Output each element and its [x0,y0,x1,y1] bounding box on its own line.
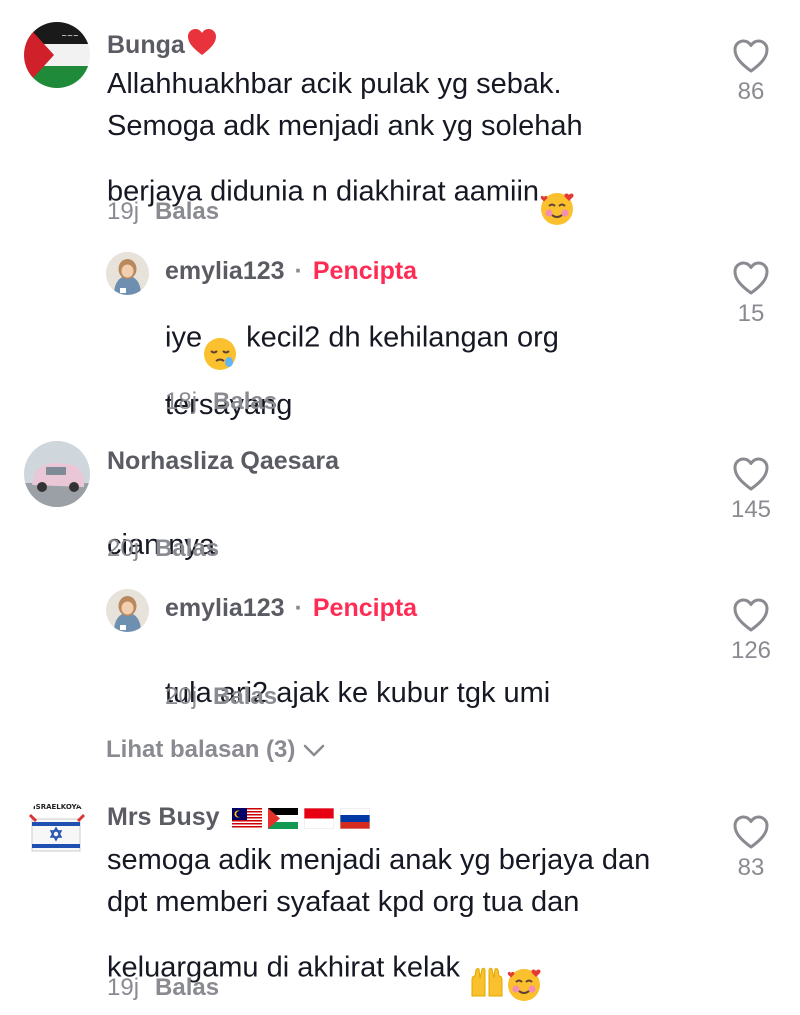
comment-time: 20j [165,683,198,710]
heart-outline-icon [733,39,769,73]
heart-emoji-icon [187,28,217,63]
comment-username[interactable]: emylia123 · Pencipta [165,257,417,286]
like-count: 86 [737,78,765,105]
username-text[interactable]: emylia123 [165,594,285,623]
comment-time: 19j [107,974,140,1001]
heart-outline-icon [733,261,769,295]
view-replies-label[interactable]: Lihat balasan (3) [106,736,295,764]
avatar[interactable] [106,589,149,632]
like-count: 145 [730,496,772,523]
comment-time: 18j [165,388,198,415]
creator-badge: Pencipta [312,257,418,285]
separator-dot: · [294,257,303,285]
chevron-down-icon [304,744,325,757]
avatar[interactable]: ~~~ [24,22,90,88]
comment-meta: 20j Balas [107,535,219,563]
like-button[interactable]: 86 [711,38,791,106]
username-text[interactable]: Mrs Busy [107,803,220,832]
comment-text-body: Allahhuakhbar acik pulak yg sebak. Semog… [107,68,583,208]
malaysia-flag-icon [231,807,262,829]
comment-meta: 18j Balas [165,388,277,416]
heart-outline-icon [733,815,769,849]
raised-hands-emoji-icon [468,924,506,1014]
like-button[interactable]: 126 [711,597,791,665]
comment-text-body: semoga adik menjadi anak yg berjaya dan … [107,844,651,984]
reply-button[interactable]: Balas [155,198,219,225]
sleepy-face-emoji-icon [202,294,238,384]
comment-text-part: iye [165,321,203,354]
username-text[interactable]: Bunga [107,31,185,60]
reply-button[interactable]: Balas [213,388,277,415]
svg-text:~~~: ~~~ [61,32,79,40]
avatar[interactable] [106,252,149,295]
avatar[interactable]: #ISRAELKOYAK [24,797,90,863]
creator-badge: Pencipta [312,594,418,622]
comment-meta: 19j Balas [107,198,219,226]
username-text[interactable]: Norhasliza Qaesara [107,447,339,476]
comment-time: 19j [107,198,140,225]
heart-outline-icon [733,598,769,632]
smiling-hearts-emoji-icon [506,923,544,1015]
view-replies-button[interactable]: Lihat balasan (3) [106,736,327,764]
reply-button[interactable]: Balas [213,683,277,710]
palestine-flag-icon [267,807,298,829]
like-count: 83 [737,854,765,881]
russia-flag-icon [339,807,370,830]
comment-username[interactable]: Norhasliza Qaesara [107,447,339,476]
reply-button[interactable]: Balas [155,535,219,562]
reply-button[interactable]: Balas [155,974,219,1001]
like-button[interactable]: 145 [711,456,791,524]
heart-outline-icon [733,457,769,491]
like-count: 15 [737,300,765,327]
comment-time: 20j [107,535,140,562]
comment-meta: 20j Balas [165,683,277,711]
like-button[interactable]: 15 [711,260,791,328]
like-button[interactable]: 83 [711,814,791,882]
like-count: 126 [730,637,772,664]
smiling-hearts-emoji-icon [539,147,577,239]
comment-username[interactable]: Bunga [107,28,217,63]
avatar[interactable] [24,441,90,507]
separator-dot: · [294,594,303,622]
username-text[interactable]: emylia123 [165,257,285,286]
comment-username[interactable]: Mrs Busy [107,803,370,832]
avatar-text: #ISRAELKOYAK [27,803,87,811]
comment-meta: 19j Balas [107,974,219,1002]
indonesia-flag-icon [303,807,334,830]
comment-username[interactable]: emylia123 · Pencipta [165,594,417,623]
